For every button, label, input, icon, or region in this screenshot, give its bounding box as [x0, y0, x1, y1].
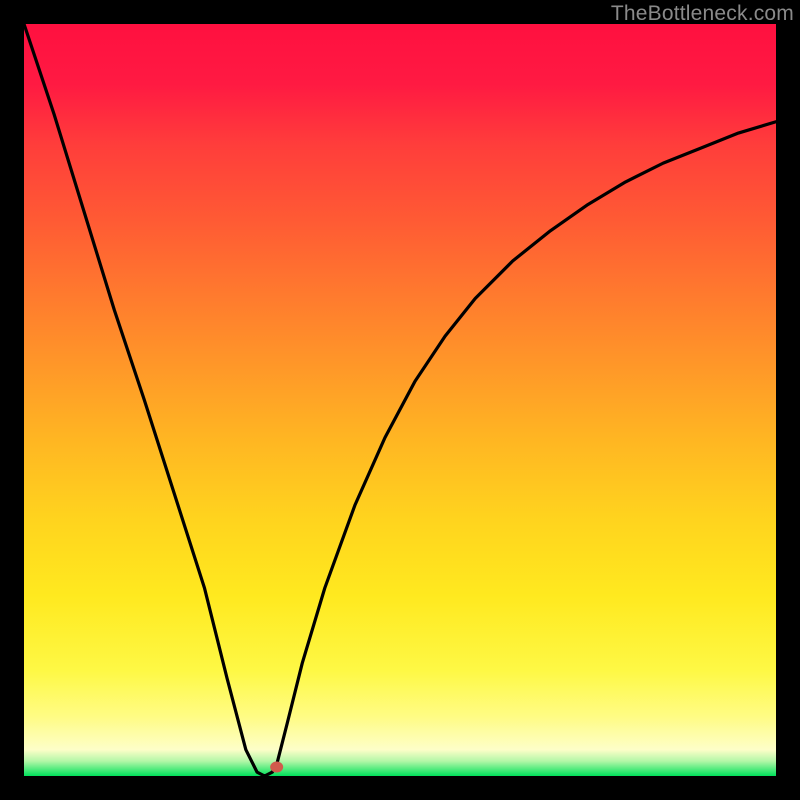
chart-background-gradient [24, 24, 776, 776]
chart-frame [24, 24, 776, 776]
watermark-text: TheBottleneck.com [611, 2, 794, 26]
